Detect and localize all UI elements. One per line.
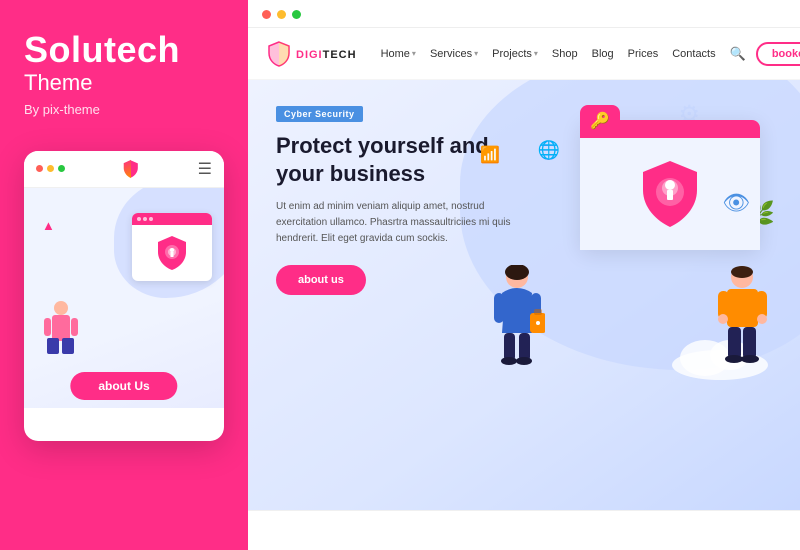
browser-dot-yellow	[277, 10, 286, 19]
nav-contacts[interactable]: Contacts	[672, 48, 715, 60]
left-panel: Solutech Theme By pix-theme ☰ ▲	[0, 0, 248, 550]
mobile-hero-area: ▲	[24, 188, 224, 408]
mobile-dot-yellow	[47, 165, 54, 172]
person-left-icon	[490, 265, 545, 380]
site-logo-shield-icon	[268, 41, 290, 67]
mobile-person-left	[42, 300, 80, 370]
about-us-button[interactable]: about us	[276, 265, 366, 295]
site-hero: Cyber Security Protect yourself and your…	[248, 80, 800, 510]
nav-links: Home ▾ Services ▾ Projects ▾ Shop Blog P…	[381, 46, 746, 62]
person-right-icon	[715, 265, 770, 380]
search-icon[interactable]: 🔍	[730, 46, 746, 62]
globe-icon: 🌐	[538, 140, 560, 161]
mobile-dots	[36, 165, 65, 172]
nav-blog[interactable]: Blog	[592, 48, 614, 60]
mobile-dot-green	[58, 165, 65, 172]
browser-window-illustration	[580, 120, 760, 250]
right-panel: DIGITECH Home ▾ Services ▾ Projects ▾ Sh…	[248, 0, 800, 550]
wifi-icon: 📶	[480, 145, 500, 165]
hero-content: Cyber Security Protect yourself and your…	[248, 80, 528, 319]
hero-description: Ut enim ad minim veniam aliquip amet, no…	[276, 199, 528, 247]
mobile-shield-icon	[122, 159, 140, 179]
logo-tech: TECH	[323, 49, 357, 61]
mobile-browser-window	[132, 213, 212, 281]
nav-prices[interactable]: Prices	[628, 48, 659, 60]
shield-in-browser	[156, 234, 188, 272]
key-icon: 🔑	[580, 105, 620, 137]
browser-chrome	[248, 0, 800, 28]
brand-by: By pix-theme	[24, 102, 100, 117]
site-footer-bar	[248, 510, 800, 550]
brand-title: Solutech	[24, 30, 180, 70]
nav-home[interactable]: Home ▾	[381, 48, 416, 60]
cyber-security-badge: Cyber Security	[276, 106, 363, 122]
mobile-top-bar: ☰	[24, 151, 224, 188]
nav-shop[interactable]: Shop	[552, 48, 578, 60]
nav-services[interactable]: Services ▾	[430, 48, 478, 60]
site-nav: DIGITECH Home ▾ Services ▾ Projects ▾ Sh…	[248, 28, 800, 80]
logo-text: DIGITECH	[296, 45, 357, 63]
eye-icon: 👁	[722, 190, 750, 216]
mobile-logo-area	[122, 159, 140, 179]
site-logo: DIGITECH	[268, 41, 357, 67]
brand-subtitle: Theme	[24, 70, 92, 96]
mobile-wifi-icon: ▲	[42, 218, 55, 233]
browser-dot-green	[292, 10, 301, 19]
mobile-about-us-button[interactable]: about Us	[70, 372, 177, 400]
browser-dot-red	[262, 10, 271, 19]
hamburger-icon[interactable]: ☰	[198, 159, 212, 179]
nav-projects[interactable]: Projects ▾	[492, 48, 538, 60]
booked-button[interactable]: booked	[756, 42, 800, 66]
mobile-dot-red	[36, 165, 43, 172]
main-shield-icon	[640, 158, 700, 230]
mobile-mockup: ☰ ▲	[24, 151, 224, 441]
logo-digi: DIGI	[296, 49, 323, 61]
